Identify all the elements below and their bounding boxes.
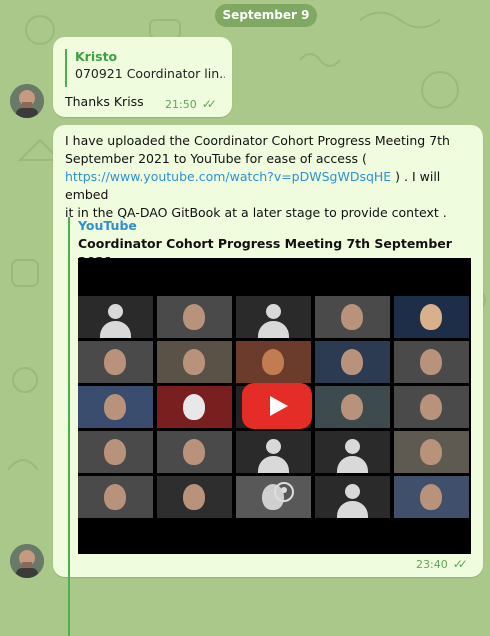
avatar-photo [10, 84, 44, 118]
youtube-play-icon[interactable] [242, 383, 312, 429]
participant-tile [315, 386, 390, 428]
message-text: Thanks Kriss [65, 94, 144, 109]
participant-tile [315, 476, 390, 518]
message-time: 23:40 [416, 557, 448, 571]
message-text: I have uploaded the Coordinator Cohort P… [65, 132, 475, 222]
participant-tile [78, 431, 153, 473]
participant-tile [394, 476, 469, 518]
participant-tile [315, 341, 390, 383]
participant-tile [394, 341, 469, 383]
participant-tile [394, 386, 469, 428]
participant-tile [157, 476, 232, 518]
video-thumbnail[interactable] [78, 258, 471, 554]
message-line: I have uploaded the Coordinator Cohort P… [65, 133, 450, 148]
double-check-icon: ✓✓ [201, 97, 217, 111]
link-preview[interactable]: YouTube Coordinator Cohort Progress Meet… [68, 217, 485, 636]
participant-tile [157, 386, 232, 428]
user-avatar[interactable] [10, 84, 44, 118]
message-line: September 2021 to YouTube for ease of ac… [65, 150, 475, 168]
double-check-icon: ✓✓ [452, 557, 468, 571]
participant-tile [78, 386, 153, 428]
participant-tile [157, 431, 232, 473]
reply-quote[interactable]: Kristo 070921 Coordinator lin... [65, 49, 225, 87]
participant-tile [315, 296, 390, 338]
participant-tile [78, 296, 153, 338]
participant-tile [157, 341, 232, 383]
message-bubble[interactable]: Kristo 070921 Coordinator lin... Thanks … [53, 37, 232, 117]
participant-tile [78, 341, 153, 383]
preview-site-name: YouTube [78, 218, 137, 233]
avatar-photo [10, 544, 44, 578]
loading-icon [274, 482, 294, 502]
participant-tile [236, 296, 311, 338]
participant-tile [236, 341, 311, 383]
message-time: 21:50 [165, 97, 197, 111]
participant-tile [157, 296, 232, 338]
youtube-link[interactable]: https://www.youtube.com/watch?v=pDWSgWDs… [65, 169, 391, 184]
participant-tile [394, 431, 469, 473]
message-meta: 23:40 ✓✓ [416, 557, 468, 571]
date-separator: September 9 [215, 4, 317, 27]
participant-tile [315, 431, 390, 473]
participant-tile [236, 431, 311, 473]
user-avatar[interactable] [10, 544, 44, 578]
participant-tile [236, 476, 311, 518]
participant-tile [394, 296, 469, 338]
message-line: https://www.youtube.com/watch?v=pDWSgWDs… [65, 168, 475, 204]
message-line: September 2021 to YouTube for ease of ac… [65, 151, 367, 166]
message-meta: 21:50 ✓✓ [165, 97, 217, 111]
message-bubble[interactable]: I have uploaded the Coordinator Cohort P… [53, 125, 483, 636]
reply-author: Kristo [75, 49, 118, 64]
participant-tile [78, 476, 153, 518]
reply-snippet: 070921 Coordinator lin... [75, 66, 225, 81]
